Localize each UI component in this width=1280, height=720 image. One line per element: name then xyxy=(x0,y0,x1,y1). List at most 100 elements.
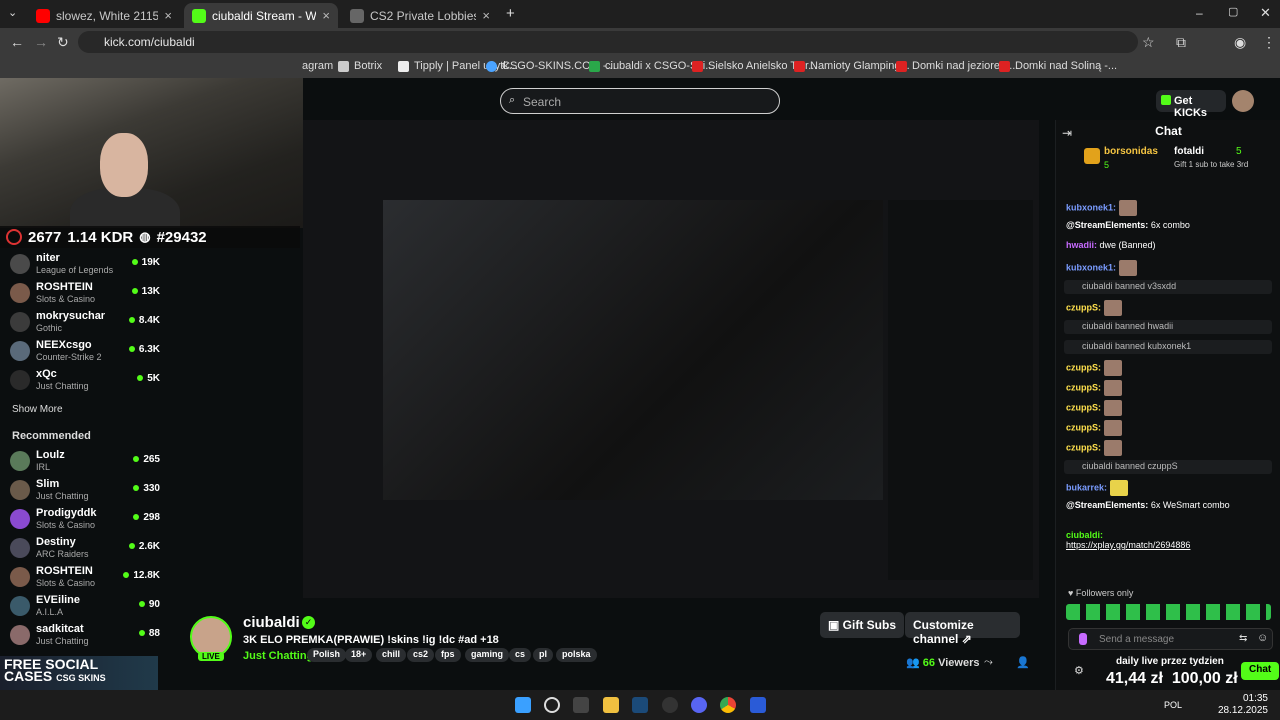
follow-user-icon[interactable]: 👤 xyxy=(1016,656,1030,669)
tag[interactable]: Polish xyxy=(307,648,347,662)
system-clock[interactable]: 01:35 28.12.2025 xyxy=(1218,693,1268,717)
back-icon[interactable]: ← xyxy=(10,34,24,50)
browser-tab-2[interactable]: ciubaldi Stream - Watch Live on × xyxy=(184,3,338,28)
chat-message: kubxonek1: xyxy=(1066,260,1137,276)
avatar xyxy=(10,625,30,645)
translate-icon[interactable]: ⇆ xyxy=(1239,633,1247,644)
close-tab-icon[interactable]: × xyxy=(482,8,490,23)
browser-tab-1[interactable]: slowez, White 2115, Polak C × xyxy=(28,3,180,28)
donation-values: 41,44 zł 100,00 zł xyxy=(1106,670,1238,687)
sidebar-item-neexcsgo[interactable]: NEEXcsgo Counter-Strike 2 6.3K xyxy=(10,337,162,365)
streamer-name[interactable]: ciubaldi xyxy=(243,614,300,631)
bookmarks-bar: agram Botrix Tipply | Panel użytk... CSG… xyxy=(0,56,1280,78)
bookmark-item[interactable]: Botrix xyxy=(338,60,382,72)
chrome-icon[interactable] xyxy=(720,697,736,713)
emote xyxy=(1103,300,1122,316)
youtube-icon xyxy=(36,8,50,23)
language-indicator[interactable]: POL xyxy=(1164,700,1182,710)
user-avatar[interactable] xyxy=(1232,90,1254,112)
bookmark-item[interactable]: agram xyxy=(302,60,333,72)
avatar xyxy=(10,254,30,274)
tag[interactable]: gaming xyxy=(465,648,510,662)
sidebar-item-niter[interactable]: niter League of Legends 19K xyxy=(10,250,162,278)
bookmark-item[interactable]: Domki nad Soliną -... xyxy=(999,60,1117,72)
sidebar-item-prodigyddk[interactable]: Prodigyddk Slots & Casino 298 xyxy=(10,505,162,533)
minimize-icon[interactable]: – xyxy=(1196,6,1203,20)
chat-input[interactable]: Send a message ⇆ ☺ xyxy=(1068,628,1273,650)
sidebar-item-destiny[interactable]: Destiny ARC Raiders 2.6K xyxy=(10,534,162,562)
discord-icon[interactable] xyxy=(691,697,707,713)
tag[interactable]: fps xyxy=(435,648,461,662)
streamer-face xyxy=(100,133,148,197)
tag[interactable]: 18+ xyxy=(345,648,373,662)
windows-start-icon[interactable] xyxy=(515,697,531,713)
chat-panel: ⇥ Chat borsonidas 5 fotaldi 5 Gift 1 sub… xyxy=(1055,120,1280,690)
sidebar-item-slim[interactable]: Slim Just Chatting 330 xyxy=(10,476,162,504)
elo-value: 2677 xyxy=(28,228,62,246)
chat-settings-icon[interactable]: ⚙ xyxy=(1074,664,1084,677)
chat-message: hwadii: dwe (Banned) xyxy=(1066,240,1156,250)
profile-icon[interactable]: ◉ xyxy=(1234,34,1246,51)
tag[interactable]: cs2 xyxy=(407,648,435,662)
category-link[interactable]: Just Chatting xyxy=(243,650,313,662)
mod-action: ciubaldi banned hwadii xyxy=(1064,320,1272,334)
rank-value: #29432 xyxy=(156,228,207,246)
file-explorer-icon[interactable] xyxy=(603,697,619,713)
browser-nav-bar: ← → ↻ kick.com/ciubaldi ☆ ⧉ ◉ ⋮ xyxy=(0,28,1280,56)
steam-icon[interactable] xyxy=(632,697,648,713)
gift-subs-button[interactable]: ▣ Gift Subs xyxy=(820,612,905,638)
new-tab-icon[interactable]: + xyxy=(506,5,515,22)
kick-icon xyxy=(192,8,206,23)
stream-info: LIVE ciubaldi ✓ 3K ELO PREMKA(PRAWIE) !s… xyxy=(190,610,1030,690)
avatar xyxy=(10,567,30,587)
chat-message: kubxonek1: xyxy=(1066,200,1137,216)
video-player[interactable] xyxy=(303,120,1039,598)
sidebar-item-xqc[interactable]: xQc Just Chatting 5K xyxy=(10,366,162,394)
site-header: ⌕ Search Get KICKs xyxy=(300,78,1280,123)
extensions-icon[interactable]: ⧉ xyxy=(1176,34,1186,51)
reload-icon[interactable]: ↻ xyxy=(57,34,69,51)
tag[interactable]: chill xyxy=(376,648,407,662)
forward-icon[interactable]: → xyxy=(34,34,48,50)
close-tab-icon[interactable]: × xyxy=(322,8,330,23)
sidebar-item-loulz[interactable]: Loulz IRL 265 xyxy=(10,447,162,475)
sidebar-item-sadkitcat[interactable]: sadkitcat Just Chatting 88 xyxy=(10,621,162,649)
search-icon[interactable] xyxy=(544,697,560,713)
maximize-icon[interactable]: ▢ xyxy=(1228,5,1238,18)
address-bar[interactable]: kick.com/ciubaldi xyxy=(78,31,1138,53)
browser-tab-3[interactable]: CS2 Private Lobbies: Custom M × xyxy=(342,3,498,28)
followers-only-label: ♥ Followers only xyxy=(1068,588,1134,598)
search-input[interactable]: ⌕ Search xyxy=(500,88,780,114)
window-close-icon[interactable]: ✕ xyxy=(1260,5,1271,21)
app-icon[interactable] xyxy=(750,697,766,713)
tab-list-icon[interactable]: ⌄ xyxy=(8,6,17,19)
chat-send-button[interactable]: Chat xyxy=(1241,662,1280,680)
bookmark-star-icon[interactable]: ☆ xyxy=(1142,34,1155,51)
chat-heading: Chat xyxy=(1155,124,1182,138)
avatar xyxy=(10,283,30,303)
chat-placeholder: Send a message xyxy=(1099,634,1175,645)
emoji-icon[interactable]: ☺ xyxy=(1257,632,1268,644)
customize-channel-button[interactable]: Customize channel ⇗ xyxy=(905,612,1020,646)
sidebar: niter League of Legends 19K ROSHTEIN Slo… xyxy=(0,250,170,690)
close-tab-icon[interactable]: × xyxy=(164,8,172,23)
get-kicks-button[interactable]: Get KICKs xyxy=(1156,90,1226,119)
gifter-name: fotaldi xyxy=(1174,146,1204,157)
mic-icon xyxy=(1079,633,1087,645)
menu-icon[interactable]: ⋮ xyxy=(1262,34,1276,51)
obs-icon[interactable] xyxy=(662,697,678,713)
bookmark-item[interactable]: Namioty Glamping... xyxy=(794,60,910,72)
sidebar-item-eveiline[interactable]: EVEiline A.I.L.A 90 xyxy=(10,592,162,620)
pinned-gifters: borsonidas 5 fotaldi 5 Gift 1 sub to tak… xyxy=(1064,146,1274,188)
show-more-link[interactable]: Show More xyxy=(12,404,63,415)
task-view-icon[interactable] xyxy=(573,697,589,713)
tag[interactable]: pl xyxy=(533,648,553,662)
sidebar-item-roshtein[interactable]: ROSHTEIN Slots & Casino 13K xyxy=(10,279,162,307)
mod-action: ciubaldi banned czuppS xyxy=(1064,460,1272,474)
tag[interactable]: cs xyxy=(509,648,532,662)
sidebar-item-roshtein-2[interactable]: ROSHTEIN Slots & Casino 12.8K xyxy=(10,563,162,591)
users-icon: 👥 xyxy=(906,657,923,669)
share-icon[interactable]: ⤳ xyxy=(984,656,993,669)
tag[interactable]: polska xyxy=(556,648,597,662)
sidebar-item-mokrysuchar[interactable]: mokrysuchar Gothic 8.4K xyxy=(10,308,162,336)
